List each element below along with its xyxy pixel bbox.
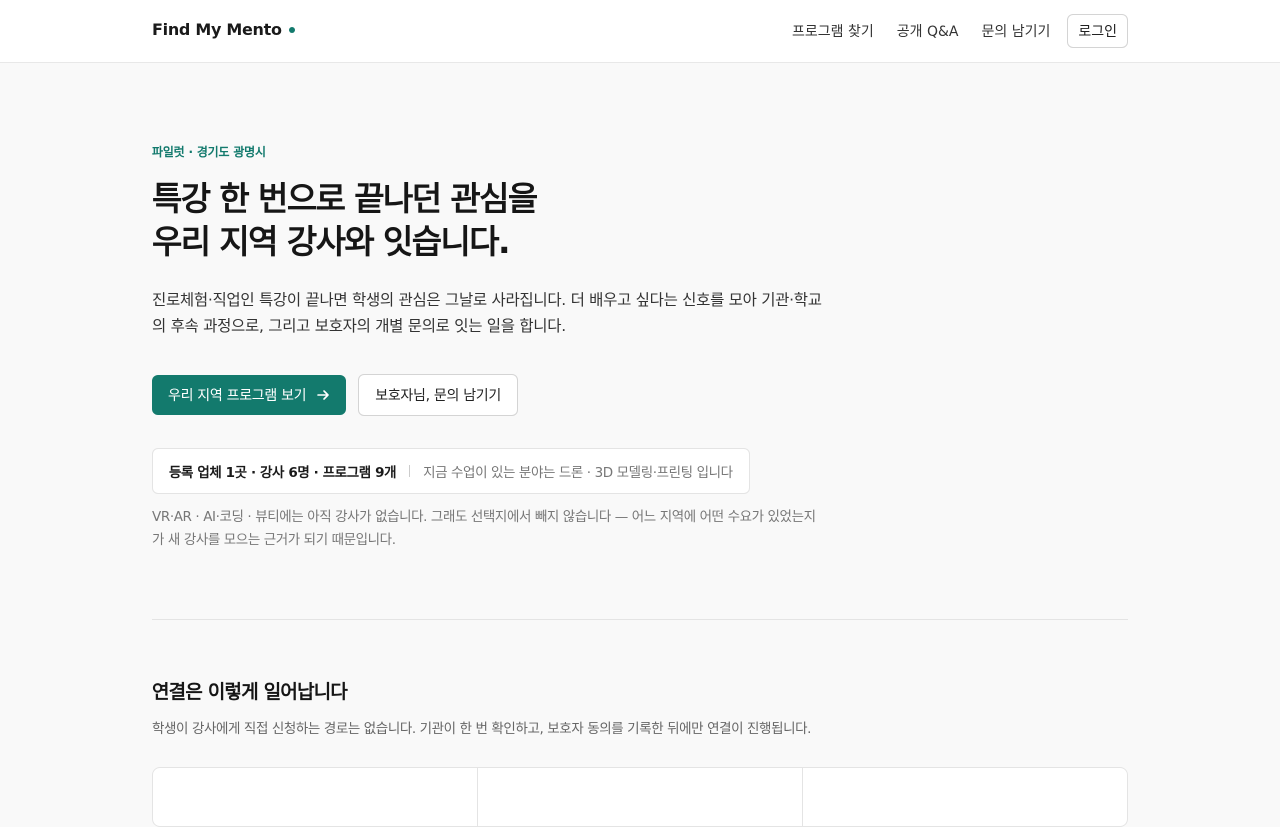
brand-logo[interactable]: Find My Mento xyxy=(152,20,295,39)
brand-dot-icon xyxy=(288,26,295,33)
step-card xyxy=(153,768,477,826)
step-card xyxy=(477,768,802,826)
step-cards xyxy=(152,767,1128,827)
view-local-programs-label: 우리 지역 프로그램 보기 xyxy=(168,388,307,404)
hero-eyebrow: 파일럿 · 경기도 광명시 xyxy=(152,145,266,159)
stats-counts: 등록 업체 1곳 · 강사 6명 · 프로그램 9개 xyxy=(169,465,397,481)
headline-line-2: 우리 지역 강사와 잇습니다. xyxy=(152,222,511,261)
main-nav: 프로그램 찾기 공개 Q&A 문의 남기기 로그인 xyxy=(792,14,1128,48)
nav-leave-inquiry[interactable]: 문의 남기기 xyxy=(982,21,1051,41)
guardian-inquiry-button[interactable]: 보호자님, 문의 남기기 xyxy=(358,374,518,416)
hero-section: 파일럿 · 경기도 광명시 특강 한 번으로 끝나던 관심을 우리 지역 강사와… xyxy=(152,143,832,552)
stats-divider xyxy=(409,465,411,477)
brand-name: Find My Mento xyxy=(152,20,282,39)
arrow-right-icon xyxy=(317,390,330,400)
section-subtitle: 학생이 강사에게 직접 신청하는 경로는 없습니다. 기관이 한 번 확인하고,… xyxy=(152,721,812,737)
hero-note: VR·AR · AI·코딩 · 뷰티에는 아직 강사가 없습니다. 그래도 선택… xyxy=(152,509,816,548)
login-button[interactable]: 로그인 xyxy=(1067,14,1128,48)
step-card xyxy=(802,768,1127,826)
stats-active-fields: 지금 수업이 있는 분야는 드론 · 3D 모델링·프린팅 입니다 xyxy=(423,465,733,481)
hero-description: 진로체험·직업인 특강이 끝나면 학생의 관심은 그날로 사라집니다. 더 배우… xyxy=(152,291,822,335)
section-title: 연결은 이렇게 일어납니다 xyxy=(152,681,348,703)
how-it-works-section: 연결은 이렇게 일어납니다 학생이 강사에게 직접 신청하는 경로는 없습니다.… xyxy=(152,677,1128,737)
headline-line-1: 특강 한 번으로 끝나던 관심을 xyxy=(152,179,538,218)
nav-find-programs[interactable]: 프로그램 찾기 xyxy=(792,21,874,41)
section-divider xyxy=(152,619,1128,620)
hero-headline: 특강 한 번으로 끝나던 관심을 우리 지역 강사와 잇습니다. xyxy=(152,177,832,263)
nav-public-qa[interactable]: 공개 Q&A xyxy=(897,21,959,41)
stats-summary: 등록 업체 1곳 · 강사 6명 · 프로그램 9개 지금 수업이 있는 분야는… xyxy=(152,448,750,494)
top-navigation-bar: Find My Mento 프로그램 찾기 공개 Q&A 문의 남기기 로그인 xyxy=(0,0,1280,63)
view-local-programs-button[interactable]: 우리 지역 프로그램 보기 xyxy=(152,375,347,415)
cta-row: 우리 지역 프로그램 보기 보호자님, 문의 남기기 xyxy=(152,374,832,416)
